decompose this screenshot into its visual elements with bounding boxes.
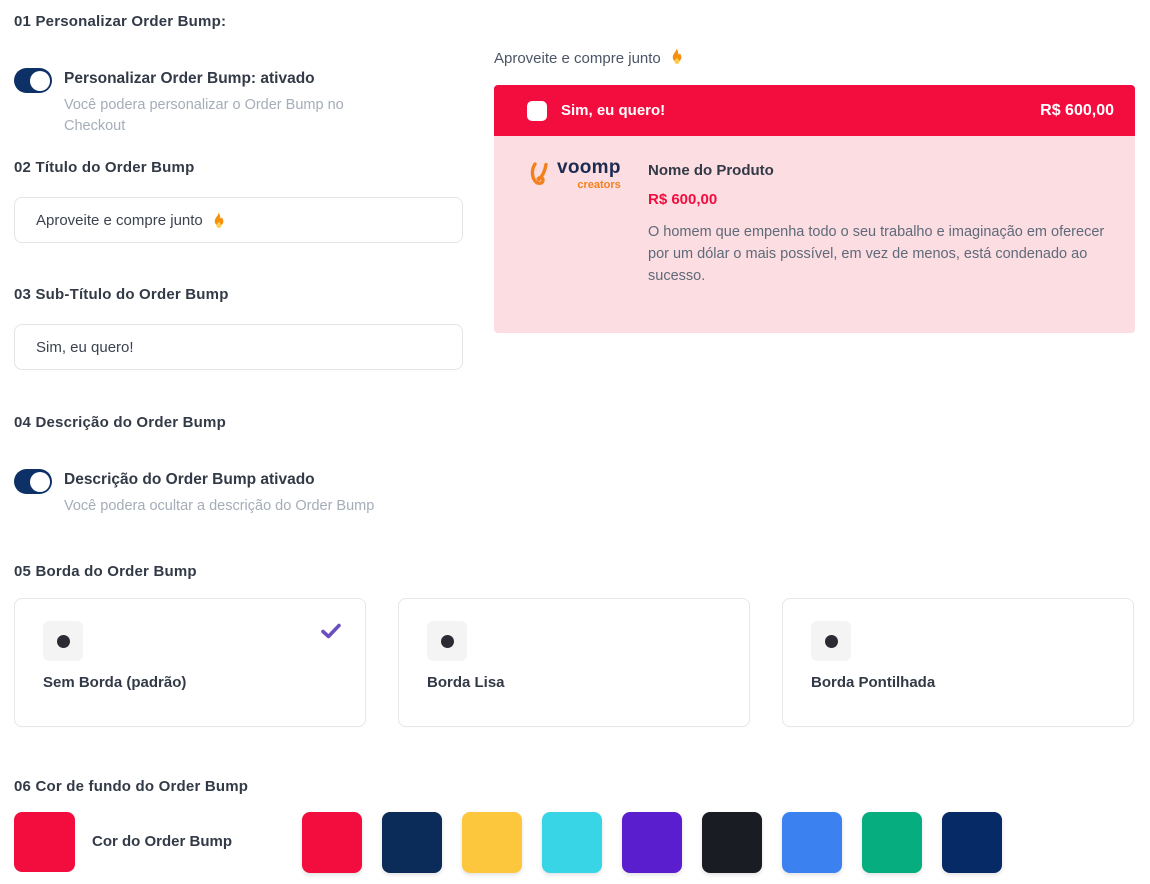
selected-check-icon bbox=[321, 623, 341, 639]
dot-icon bbox=[824, 634, 838, 648]
section-title-descricao: 04 Descrição do Order Bump bbox=[14, 414, 226, 431]
preview-product-name: Nome do Produto bbox=[648, 162, 774, 179]
preview-title: Aproveite e compre junto bbox=[494, 48, 684, 69]
voomp-logo-sub: creators bbox=[577, 179, 621, 191]
border-option-label: Sem Borda (padrão) bbox=[43, 674, 187, 691]
section-title-borda: 05 Borda do Order Bump bbox=[14, 563, 197, 580]
preview-offer-header: Sim, eu quero! R$ 600,00 bbox=[494, 85, 1135, 136]
border-option-sem-borda[interactable]: Sem Borda (padrão) bbox=[14, 598, 366, 727]
color-swatch-yellow[interactable] bbox=[462, 812, 522, 873]
voomp-swirl-icon bbox=[530, 162, 548, 185]
toggle-knob bbox=[29, 70, 50, 91]
color-swatch-blue[interactable] bbox=[782, 812, 842, 873]
titulo-input[interactable]: Aproveite e compre junto bbox=[14, 197, 463, 243]
personalizar-toggle-hint: Você podera personalizar o Order Bump no… bbox=[64, 97, 344, 135]
preview-product-info: Nome do Produto R$ 600,00 O homem que em… bbox=[648, 162, 1118, 287]
border-preview-thumb bbox=[811, 621, 851, 661]
dot-icon bbox=[440, 634, 454, 648]
preview-offer-checkbox[interactable] bbox=[527, 100, 547, 121]
preview-product-description: O homem que empenha todo o seu trabalho … bbox=[648, 224, 1105, 284]
color-swatch-navy[interactable] bbox=[382, 812, 442, 873]
border-option-label: Borda Pontilhada bbox=[811, 674, 936, 691]
toggle-knob bbox=[29, 471, 50, 492]
personalizar-toggle-label: Personalizar Order Bump: ativado bbox=[64, 70, 315, 87]
preview-title-text: Aproveite e compre junto bbox=[494, 50, 661, 67]
color-swatch-darknavy[interactable] bbox=[942, 812, 1002, 873]
subtitulo-input-value: Sim, eu quero! bbox=[36, 338, 134, 356]
color-swatch-black[interactable] bbox=[702, 812, 762, 873]
preview-product-price: R$ 600,00 bbox=[648, 191, 718, 208]
order-bump-settings-page: 01 Personalizar Order Bump: Personalizar… bbox=[0, 0, 1150, 884]
color-palette bbox=[302, 812, 1002, 873]
flame-icon bbox=[669, 48, 684, 69]
color-swatch-red[interactable] bbox=[302, 812, 362, 873]
descricao-toggle-row: Descrição do Order Bump ativado Você pod… bbox=[14, 469, 374, 517]
subtitulo-input[interactable]: Sim, eu quero! bbox=[14, 324, 463, 370]
dot-icon bbox=[56, 634, 70, 648]
voomp-logo-word: voomp bbox=[557, 157, 621, 178]
descricao-toggle-label: Descrição do Order Bump ativado bbox=[64, 471, 315, 488]
preview-offer-label: Sim, eu quero! bbox=[561, 102, 666, 119]
color-swatch-cyan[interactable] bbox=[542, 812, 602, 873]
color-picker-row: Cor do Order Bump bbox=[14, 812, 1136, 873]
personalizar-toggle-row: Personalizar Order Bump: ativado Você po… bbox=[14, 68, 374, 137]
preview-offer-body: voomp creators Nome do Produto R$ 600,00… bbox=[494, 136, 1135, 333]
section-title-cor-fundo: 06 Cor de fundo do Order Bump bbox=[14, 778, 249, 795]
section-title-personalizar: 01 Personalizar Order Bump: bbox=[14, 13, 227, 30]
section-title-titulo: 02 Título do Order Bump bbox=[14, 159, 195, 176]
flame-icon bbox=[211, 212, 226, 229]
border-preview-thumb bbox=[427, 621, 467, 661]
border-option-borda-lisa[interactable]: Borda Lisa bbox=[398, 598, 750, 727]
border-option-borda-pontilhada[interactable]: Borda Pontilhada bbox=[782, 598, 1134, 727]
descricao-toggle[interactable] bbox=[14, 469, 52, 494]
color-swatch-purple[interactable] bbox=[622, 812, 682, 873]
border-preview-thumb bbox=[43, 621, 83, 661]
section-title-subtitulo: 03 Sub-Título do Order Bump bbox=[14, 286, 229, 303]
voomp-logo: voomp creators bbox=[526, 158, 621, 191]
selected-color-swatch[interactable] bbox=[14, 812, 75, 872]
personalizar-toggle[interactable] bbox=[14, 68, 52, 93]
border-option-label: Borda Lisa bbox=[427, 674, 505, 691]
titulo-input-value: Aproveite e compre junto bbox=[36, 211, 203, 229]
selected-color-label: Cor do Order Bump bbox=[92, 833, 233, 850]
descricao-toggle-hint: Você podera ocultar a descrição do Order… bbox=[64, 498, 375, 514]
color-swatch-green[interactable] bbox=[862, 812, 922, 873]
preview-offer-price: R$ 600,00 bbox=[1040, 101, 1114, 119]
border-options: Sem Borda (padrão) Borda Lisa Borda Pont… bbox=[14, 598, 1134, 727]
